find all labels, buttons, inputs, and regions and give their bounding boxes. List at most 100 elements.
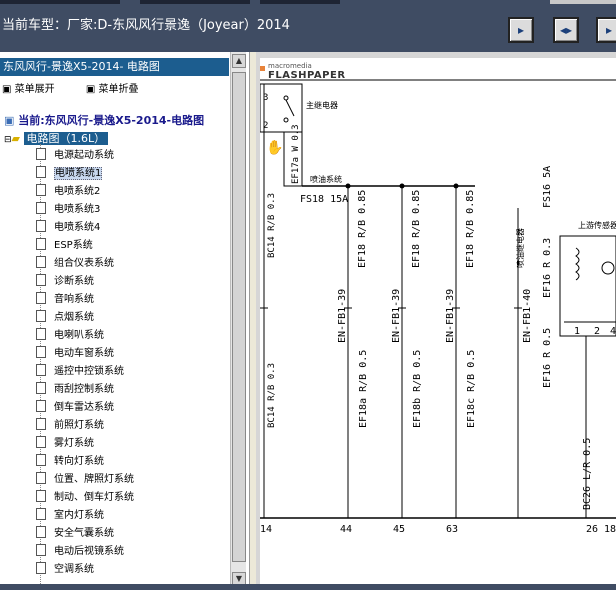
tree-item-label: 电喷系统3 [54,204,101,215]
folder-icon: ▰ [11,132,21,145]
tree-item-label: 组合仪表系统 [54,258,114,269]
tree-item-label: 点烟系统 [54,312,94,323]
tree-item-label: 诊断系统 [54,276,94,287]
collapse-label: 菜单折叠 [98,84,139,95]
label-ef16-top: EF16 R 0.3 [542,238,553,298]
tree-item[interactable]: 室内灯系统 [36,508,104,524]
document-icon [36,184,46,196]
wiring-diagram: 主继电器 3 2 EF17a W 0.3 喷油系统 FS18 15A BC14 … [260,79,616,535]
label-enfb1-1: EN-FB1-39 [337,289,348,343]
tree-item-label: 电喇叭系统 [54,330,104,341]
top-strip [550,0,616,4]
bottom-pin-44: 44 [340,524,352,535]
document-icon [36,436,46,448]
bottom-pin-18: 18 [604,524,616,535]
label-ef18a: EF18a R/B 0.5 [358,350,369,428]
document-icon [36,220,46,232]
tree-item[interactable]: 空调系统 [36,562,94,578]
collapse-menu[interactable]: ▣ 菜单折叠 [86,84,153,95]
tree-item[interactable]: 点烟系统 [36,310,94,326]
tree-root[interactable]: ▣ 当前:东风风行-景逸X5-2014-电路图 [4,112,204,128]
tree-item[interactable]: 电喷系统1 [36,166,103,182]
sidebar-scrollbar[interactable]: ▲ ▼ [230,52,246,590]
label-bc14-top: BC14 R/B 0.3 [267,193,277,258]
label-ef18-3: EF18 R/B 0.85 [465,190,476,268]
tree-item[interactable]: 诊断系统 [36,274,94,290]
next-page-button[interactable]: ▸ [596,17,616,43]
next-page-icon: ▸ [605,23,613,37]
tree-item[interactable]: ESP系统 [36,238,93,254]
label-ef17: EF17a W 0.3 [291,124,301,184]
label-ef18-2: EF18 R/B 0.85 [411,190,422,268]
document-icon [36,490,46,502]
label-pin4: 4 [610,326,616,337]
document-icon [36,256,46,268]
expand-menu[interactable]: ▣ 菜单展开 [2,84,69,95]
tree-item[interactable]: 电动后视镜系统 [36,544,124,560]
tree-item-label: 前照灯系统 [54,420,104,431]
document-icon [36,382,46,394]
tree-item[interactable]: 组合仪表系统 [36,256,114,272]
document-icon [36,328,46,340]
label-upper-sensor: 上游传感器 [578,220,616,230]
fit-page-button[interactable]: ◂▸ [553,17,579,43]
expand-label: 菜单展开 [14,84,55,95]
bottom-pin-63: 63 [446,524,458,535]
scroll-thumb[interactable] [232,72,246,562]
tree-item[interactable]: 雨刮控制系统 [36,382,114,398]
document-icon [36,274,46,286]
label-relay-oil: 喷油系统 [310,174,342,184]
tree-item[interactable]: 电喷系统2 [36,184,100,200]
tree-item[interactable]: 电喷系统3 [36,202,100,218]
computer-icon: ▣ [4,114,15,127]
tree-item[interactable]: 位置、牌照灯系统 [36,472,134,488]
tree-item-label: 音响系统 [54,294,94,305]
label-ef16-bottom: EF16 R 0.5 [542,328,553,388]
tree-item[interactable]: 音响系统 [36,292,94,308]
menu-controls: ▣ 菜单展开 ▣ 菜单折叠 [2,80,166,95]
tree-item[interactable]: 遥控中控锁系统 [36,364,124,380]
document-viewer: macromedia FLASHPAPER 主继电器 3 2 EF17a W 0.… [256,52,616,590]
top-strip [140,0,250,4]
document-icon [36,562,46,574]
tree-item-label: 位置、牌照灯系统 [54,474,134,485]
tree-item-label: 转向灯系统 [54,456,104,467]
window-title: 当前车型：厂家:D-东风风行景逸（Joyear）2014 [2,18,290,33]
tree-item[interactable]: 制动、倒车灯系统 [36,490,134,506]
bottom-pin-14: 14 [260,524,272,535]
document-icon [36,310,46,322]
prev-page-button[interactable]: ▸ [508,17,534,43]
tree-folder[interactable]: ⊟▰ 电路图（1.6L） [4,130,109,146]
top-strip [0,0,120,4]
tree-item[interactable]: 前照灯系统 [36,418,104,434]
tree-item[interactable]: 雾灯系统 [36,436,94,452]
tree-item[interactable]: 电源起动系统 [36,148,114,164]
label-pin2: 2 [594,326,600,337]
tree-item[interactable]: 安全气囊系统 [36,526,114,542]
label-bc14-bottom: BC14 R/B 0.3 [267,363,277,428]
tree-item-label: 空调系统 [54,564,94,575]
bottom-pin-45: 45 [393,524,405,535]
top-strip [260,0,340,4]
document-icon [36,454,46,466]
sidebar: 东风风行-景逸X5-2014- 电路图 ▣ 菜单展开 ▣ 菜单折叠 ▣ 当前:东… [0,52,250,590]
tree-item[interactable]: 电喇叭系统 [36,328,104,344]
tree-folder-label: 电路图（1.6L） [23,132,109,145]
tree-item[interactable]: 电喷系统4 [36,220,100,236]
tree-item-label: 安全气囊系统 [54,528,114,539]
flashpaper-page[interactable]: macromedia FLASHPAPER 主继电器 3 2 EF17a W 0.… [260,58,616,586]
label-relay-tag: 喷油继电器 [515,228,525,268]
label-pin1: 1 [574,326,580,337]
bottom-strip [0,584,616,590]
document-icon [36,292,46,304]
tree-item[interactable]: 倒车雷达系统 [36,400,114,416]
document-icon [36,238,46,250]
label-enfb1-4: EN-FB1-40 [522,289,533,343]
scroll-up-icon[interactable]: ▲ [232,54,246,68]
tree-item[interactable]: 转向灯系统 [36,454,104,470]
label-enfb1-3: EN-FB1-39 [445,289,456,343]
tree-item[interactable]: 电动车窗系统 [36,346,114,362]
tree-root-label: 当前:东风风行-景逸X5-2014-电路图 [18,114,205,127]
expander-icon: ⊟ [4,135,12,145]
tree-item-label: 电喷系统2 [54,186,101,197]
